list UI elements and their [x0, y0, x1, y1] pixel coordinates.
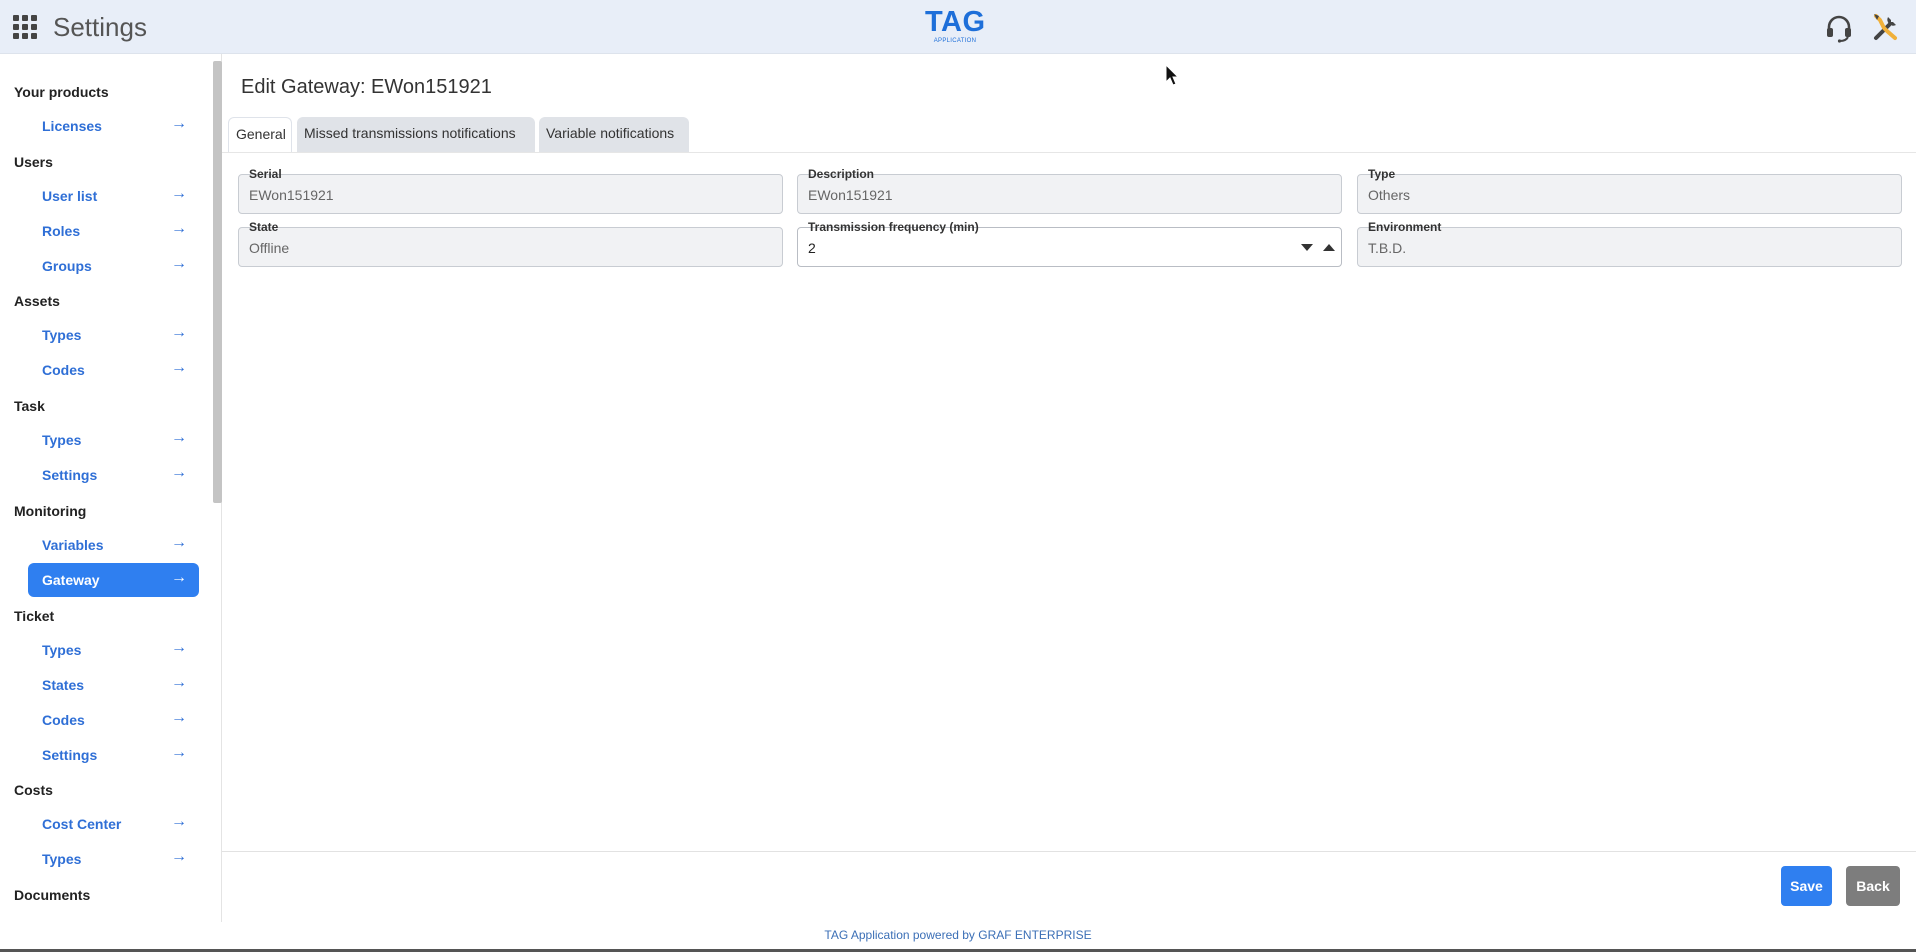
- arrow-right-icon: →: [171, 464, 187, 481]
- sidebar-item-label: Codes: [42, 362, 85, 378]
- environment-label: Environment: [1366, 220, 1444, 234]
- sidebar-item-licenses[interactable]: Licenses →: [28, 109, 199, 143]
- arrow-right-icon: →: [171, 220, 187, 237]
- sidebar-item-label: Settings: [42, 467, 98, 483]
- sidebar-scrollbar[interactable]: [213, 61, 222, 503]
- sidebar-item-user-list[interactable]: User list →: [28, 179, 199, 213]
- sidebar-item-asset-codes[interactable]: Codes →: [28, 353, 199, 387]
- tab-variable-notifications[interactable]: Variable notifications: [539, 117, 689, 152]
- tab-missed-transmissions-notifications[interactable]: Missed transmissions notifications: [297, 117, 535, 152]
- back-button[interactable]: Back: [1846, 866, 1900, 906]
- sidebar-group-ticket: Ticket: [14, 608, 55, 624]
- sidebar-item-asset-types[interactable]: Types →: [28, 318, 199, 352]
- environment-value: T.B.D.: [1368, 240, 1407, 256]
- transmission-frequency-value: 2: [808, 240, 816, 256]
- arrow-right-icon: →: [171, 674, 187, 691]
- sidebar-item-cost-center[interactable]: Cost Center →: [28, 807, 199, 841]
- sidebar-item-label: Types: [42, 327, 82, 343]
- tag-logo[interactable]: TAG APPLICATION: [925, 8, 985, 46]
- arrow-right-icon: →: [171, 639, 187, 656]
- sidebar-item-label: Types: [42, 642, 82, 658]
- transmission-frequency-label: Transmission frequency (min): [806, 220, 981, 234]
- sidebar-item-label: Types: [42, 851, 82, 867]
- environment-field[interactable]: Environment T.B.D.: [1357, 220, 1902, 267]
- type-label: Type: [1366, 167, 1398, 181]
- sidebar-item-cost-types[interactable]: Types →: [28, 842, 199, 876]
- sidebar-item-label: Cost Center: [42, 816, 122, 832]
- sidebar-item-task-settings[interactable]: Settings →: [28, 458, 199, 492]
- sidebar-item-ticket-states[interactable]: States →: [28, 668, 199, 702]
- description-label: Description: [806, 167, 877, 181]
- transmission-frequency-stepper[interactable]: Transmission frequency (min) 2: [797, 220, 1342, 267]
- sidebar-item-label: Variables: [42, 537, 104, 553]
- sidebar-item-variables[interactable]: Variables →: [28, 528, 199, 562]
- arrow-right-icon: →: [171, 813, 187, 830]
- sidebar-item-label: Gateway: [42, 572, 100, 588]
- sidebar-item-label: Codes: [42, 712, 85, 728]
- top-bar: Settings TAG APPLICATION: [0, 0, 1916, 54]
- sidebar-item-ticket-types[interactable]: Types →: [28, 633, 199, 667]
- sidebar-item-groups[interactable]: Groups →: [28, 249, 199, 283]
- sidebar-item-ticket-codes[interactable]: Codes →: [28, 703, 199, 737]
- state-value: Offline: [249, 240, 290, 256]
- sidebar-group-your-products: Your products: [14, 84, 109, 100]
- actions-divider: [222, 851, 1916, 852]
- serial-label: Serial: [247, 167, 284, 181]
- sidebar-item-label: Licenses: [42, 118, 102, 134]
- sidebar-group-costs: Costs: [14, 782, 53, 798]
- arrow-right-icon: →: [171, 359, 187, 376]
- sidebar-item-label: Groups: [42, 258, 92, 274]
- sidebar-item-label: Types: [42, 432, 82, 448]
- serial-field[interactable]: Serial EWon151921: [238, 167, 783, 214]
- sidebar-item-task-types[interactable]: Types →: [28, 423, 199, 457]
- arrow-right-icon: →: [171, 429, 187, 446]
- tab-divider: [222, 152, 1916, 153]
- arrow-right-icon: →: [171, 185, 187, 202]
- state-field[interactable]: State Offline: [238, 220, 783, 267]
- mouse-cursor-icon: [1165, 64, 1179, 86]
- tab-general[interactable]: General: [228, 117, 292, 152]
- arrow-right-icon: →: [171, 534, 187, 551]
- logo-subtext: APPLICATION: [933, 38, 977, 44]
- type-field[interactable]: Type Others: [1357, 167, 1902, 214]
- sidebar: Your products Licenses → Users User list…: [0, 54, 222, 922]
- sidebar-item-ticket-settings[interactable]: Settings →: [28, 738, 199, 772]
- sidebar-group-documents: Documents: [14, 887, 91, 903]
- decrement-icon[interactable]: [1301, 244, 1313, 251]
- app-title: Settings: [53, 12, 147, 42]
- type-value: Others: [1368, 187, 1411, 203]
- sidebar-item-label: Settings: [42, 747, 98, 763]
- arrow-right-icon: →: [171, 255, 187, 272]
- apps-grid-icon[interactable]: [13, 15, 37, 39]
- powered-by-text: TAG Application powered by GRAF ENTERPRI…: [824, 928, 1092, 942]
- tools-icon[interactable]: [1870, 11, 1902, 43]
- state-label: State: [247, 220, 281, 234]
- sidebar-item-gateway[interactable]: Gateway →: [28, 563, 199, 597]
- sidebar-group-monitoring: Monitoring: [14, 503, 87, 519]
- sidebar-item-roles[interactable]: Roles →: [28, 214, 199, 248]
- page-title: Edit Gateway: EWon151921: [241, 76, 492, 98]
- sidebar-item-label: Roles: [42, 223, 81, 239]
- logo-text: TAG: [925, 6, 986, 38]
- description-value: EWon151921: [808, 187, 893, 203]
- arrow-right-icon: →: [171, 744, 187, 761]
- arrow-right-icon: →: [171, 324, 187, 341]
- sidebar-group-assets: Assets: [14, 293, 60, 309]
- sidebar-item-label: States: [42, 677, 85, 693]
- arrow-right-icon: →: [171, 709, 187, 726]
- sidebar-group-users: Users: [14, 154, 53, 170]
- headset-icon[interactable]: [1824, 13, 1854, 43]
- save-button[interactable]: Save: [1781, 866, 1832, 906]
- sidebar-item-label: User list: [42, 188, 98, 204]
- serial-value: EWon151921: [249, 187, 334, 203]
- arrow-right-icon: →: [171, 848, 187, 865]
- arrow-right-icon: →: [171, 569, 187, 586]
- increment-icon[interactable]: [1323, 244, 1335, 251]
- sidebar-group-task: Task: [14, 398, 45, 414]
- arrow-right-icon: →: [171, 115, 187, 132]
- description-field[interactable]: Description EWon151921: [797, 167, 1342, 214]
